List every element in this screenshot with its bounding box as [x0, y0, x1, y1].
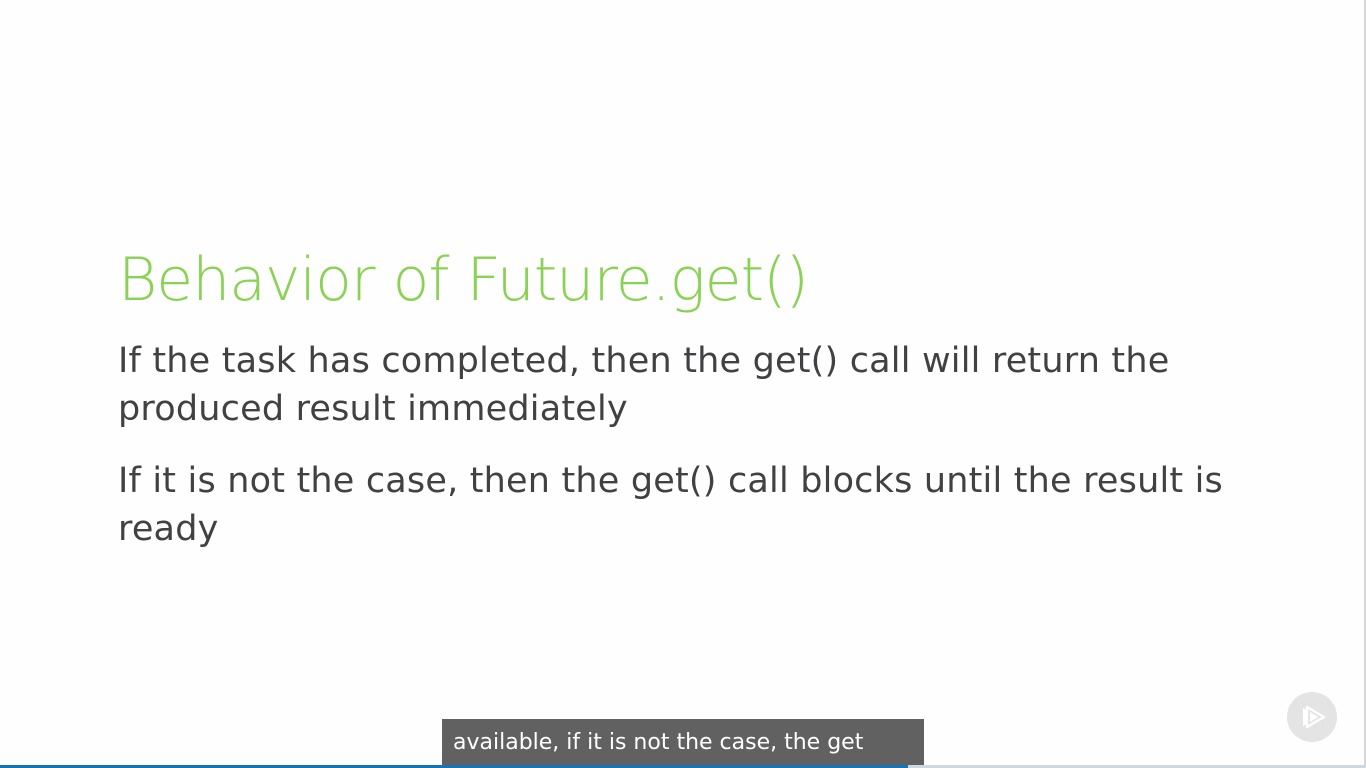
subtitle-caption: available, if it is not the case, the ge…: [442, 719, 924, 765]
video-player[interactable]: Behavior of Future.get() If the task has…: [0, 0, 1366, 768]
pluralsight-play-icon: [1297, 702, 1327, 732]
slide-title: Behavior of Future.get(): [118, 245, 809, 315]
bullet-item: If it is not the case, then the get() ca…: [118, 461, 1223, 549]
play-button[interactable]: [1287, 692, 1337, 742]
bullet-item: If the task has completed, then the get(…: [118, 341, 1170, 429]
slide-bullets: If the task has completed, then the get(…: [118, 337, 1238, 577]
